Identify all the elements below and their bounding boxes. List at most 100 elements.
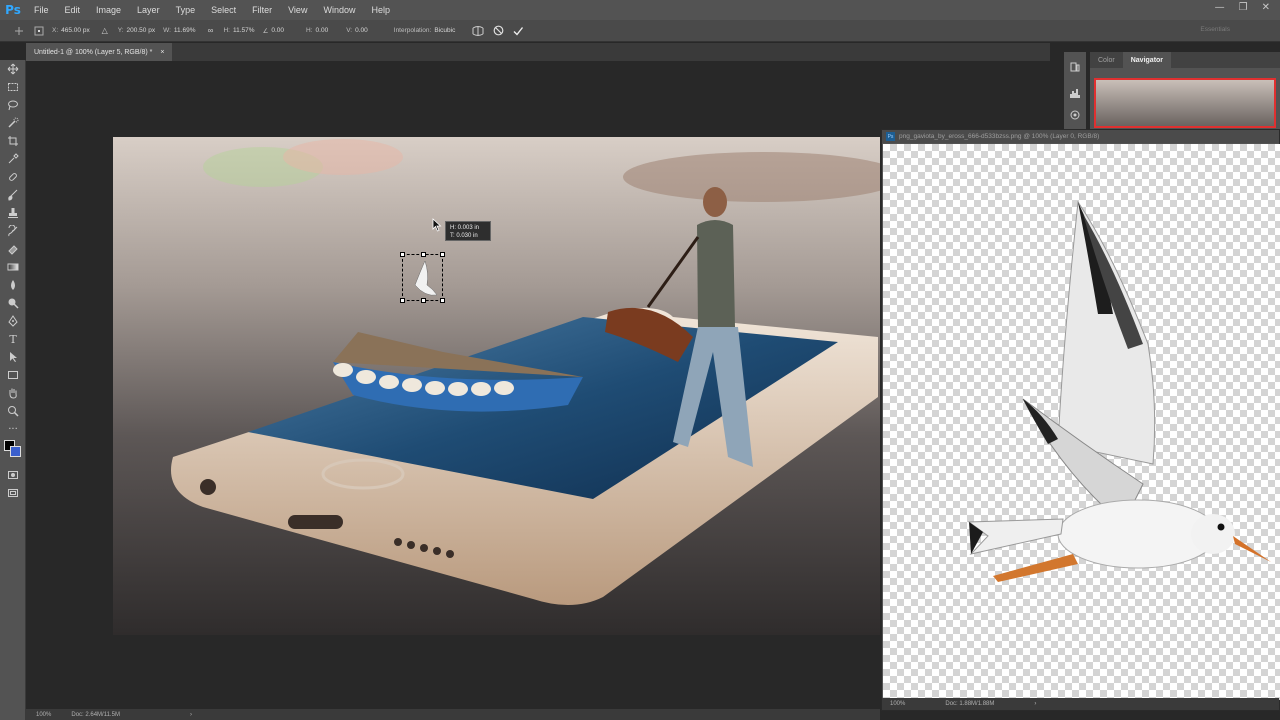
menu-edit[interactable]: Edit	[57, 5, 89, 15]
floating-window-status-bar: 100% Doc: 1.88M/1.88M ›	[882, 698, 1279, 710]
quick-select-icon[interactable]	[0, 114, 26, 132]
floating-status-menu-arrow-icon[interactable]: ›	[1034, 701, 1036, 707]
minimize-button[interactable]: —	[1215, 2, 1225, 13]
y-field[interactable]: 200.50 px	[127, 27, 156, 34]
menu-file[interactable]: File	[26, 5, 57, 15]
main-canvas-image[interactable]	[113, 137, 880, 635]
document-tab-close-icon[interactable]: ×	[160, 49, 164, 56]
angle-field[interactable]: 0.00	[271, 27, 284, 34]
lasso-icon[interactable]	[0, 96, 26, 114]
ps-document-icon: Ps	[886, 132, 895, 141]
transform-handle[interactable]	[421, 298, 426, 303]
histogram-panel-icon[interactable]	[1064, 84, 1086, 102]
menu-window[interactable]: Window	[315, 5, 363, 15]
transform-handle[interactable]	[400, 298, 405, 303]
zoom-level[interactable]: 100%	[36, 712, 51, 718]
quick-mask-icon[interactable]	[0, 466, 26, 484]
menu-help[interactable]: Help	[363, 5, 398, 15]
transform-bounding-box[interactable]	[400, 252, 445, 303]
pen-icon[interactable]	[0, 312, 26, 330]
screen-mode-icon[interactable]	[0, 484, 26, 502]
doc-size: Doc: 2.64M/11.5M	[71, 711, 120, 718]
tab-color[interactable]: Color	[1090, 52, 1123, 68]
eraser-icon[interactable]	[0, 240, 26, 258]
gradient-icon[interactable]	[0, 258, 26, 276]
transform-handle[interactable]	[440, 298, 445, 303]
restore-button[interactable]: ❐	[1239, 2, 1248, 13]
healing-brush-icon[interactable]	[0, 168, 26, 186]
floating-zoom-level[interactable]: 100%	[890, 701, 905, 707]
transform-handle[interactable]	[440, 252, 445, 257]
menu-filter[interactable]: Filter	[244, 5, 280, 15]
h-label: H:	[223, 27, 230, 34]
vskew-field[interactable]: 0.00	[355, 27, 368, 34]
status-bar: 100% Doc: 2.64M/11.5M ›	[26, 709, 880, 720]
type-icon[interactable]: T	[0, 330, 26, 348]
seagull-canvas[interactable]	[883, 144, 1280, 700]
marquee-icon[interactable]	[0, 78, 26, 96]
height-field[interactable]: 11.57%	[233, 27, 255, 34]
warp-icon[interactable]	[471, 24, 485, 38]
rectangle-icon[interactable]	[0, 366, 26, 384]
y-label: Y:	[117, 27, 124, 34]
photoshop-logo-icon: Ps	[5, 3, 21, 17]
status-menu-arrow-icon[interactable]: ›	[190, 712, 192, 718]
zoom-icon[interactable]	[0, 402, 26, 420]
crop-icon[interactable]	[0, 132, 26, 150]
document-tab[interactable]: Untitled-1 @ 100% (Layer 5, RGB/8) * ×	[26, 43, 173, 61]
tooltip-line-1: H: 0.003 in	[450, 225, 480, 231]
transform-handle[interactable]	[421, 252, 426, 257]
eyedropper-icon[interactable]	[0, 150, 26, 168]
history-panel-icon[interactable]	[1064, 58, 1086, 76]
clone-stamp-icon[interactable]	[0, 204, 26, 222]
document-tab-bar: Untitled-1 @ 100% (Layer 5, RGB/8) * ×	[26, 43, 1050, 61]
background-color-swatch[interactable]	[10, 446, 21, 457]
relative-position-icon[interactable]: △	[98, 24, 112, 38]
menu-type[interactable]: Type	[168, 5, 204, 15]
menu-bar: Ps File Edit Image Layer Type Select Fil…	[0, 0, 1280, 20]
workspace-switcher[interactable]: Essentials	[1200, 26, 1230, 33]
transform-handle[interactable]	[400, 252, 405, 257]
brush-icon[interactable]	[0, 186, 26, 204]
menu-image[interactable]: Image	[88, 5, 129, 15]
hskew-field[interactable]: 0.00	[316, 27, 329, 34]
cancel-transform-icon[interactable]	[491, 24, 505, 38]
floating-doc-size: Doc: 1.88M/1.88M	[945, 701, 995, 707]
navigator-thumbnail[interactable]	[1094, 78, 1276, 128]
reference-point-icon[interactable]	[32, 24, 46, 38]
menu-layer[interactable]: Layer	[129, 5, 168, 15]
floating-window-titlebar[interactable]: Ps png_gaviota_by_eross_666-d533bzss.png…	[882, 130, 1279, 143]
seagull-artwork	[967, 200, 1271, 582]
hskew-label: H:	[306, 27, 313, 34]
close-button[interactable]: ✕	[1262, 2, 1270, 13]
commit-transform-icon[interactable]	[511, 24, 525, 38]
x-label: X:	[52, 27, 59, 34]
panel-tabs: Color Navigator	[1090, 52, 1280, 68]
transform-tool-icon[interactable]	[12, 24, 26, 38]
floating-document-window[interactable]: Ps png_gaviota_by_eross_666-d533bzss.png…	[881, 129, 1280, 711]
width-field[interactable]: 11.69%	[174, 27, 196, 34]
path-select-icon[interactable]	[0, 348, 26, 366]
color-swatches[interactable]	[0, 438, 26, 466]
x-field[interactable]: 465.00 px	[61, 27, 90, 34]
seagull-thumbnail-icon	[414, 260, 438, 296]
window-controls: — ❐ ✕	[1215, 2, 1270, 13]
history-brush-icon[interactable]	[0, 222, 26, 240]
move-icon[interactable]	[0, 60, 26, 78]
options-bar: X: 465.00 px △ Y: 200.50 px W: 11.69% ∞ H: 1…	[0, 20, 1280, 42]
tools-panel: T ···	[0, 60, 26, 720]
interpolation-select[interactable]: Bicubic	[434, 27, 455, 34]
properties-panel-icon[interactable]	[1064, 106, 1086, 124]
dodge-icon[interactable]	[0, 294, 26, 312]
more-tools-icon[interactable]: ···	[0, 420, 26, 438]
hand-icon[interactable]	[0, 384, 26, 402]
menu-view[interactable]: View	[280, 5, 315, 15]
tab-navigator[interactable]: Navigator	[1122, 52, 1172, 68]
composite-artwork	[113, 137, 880, 635]
interpolation-label: Interpolation:	[393, 27, 432, 34]
menu-select[interactable]: Select	[203, 5, 244, 15]
tooltip-line-2: T: 0.030 in	[450, 233, 478, 239]
blur-icon[interactable]	[0, 276, 26, 294]
link-icon[interactable]: ∞	[203, 24, 217, 38]
floating-window-title: png_gaviota_by_eross_666-d533bzss.png @ …	[899, 133, 1100, 140]
